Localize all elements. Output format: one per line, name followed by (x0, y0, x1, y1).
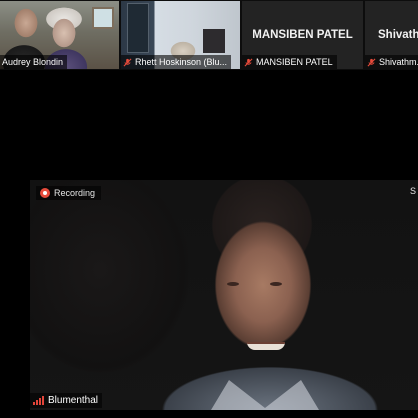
share-label-edge: S (410, 186, 417, 196)
participant-name-bar: Shivathm... (365, 55, 418, 69)
mic-muted-icon (244, 58, 253, 66)
speaker-eye (227, 282, 239, 286)
participant-name: Rhett Hoskinson (Blu... (135, 57, 228, 67)
audio-level-icon (33, 396, 44, 405)
participant-name-bar: Audrey Blondin (0, 55, 68, 69)
participant-display-name: Shivath (378, 29, 418, 41)
speaker-mouth (247, 342, 285, 350)
active-speaker-name-bar: Blumenthal (30, 393, 103, 408)
participant-name-bar: MANSIBEN PATEL (242, 55, 337, 69)
speaker-collar (205, 380, 325, 410)
participant-tile-audrey-blondin[interactable]: Audrey Blondin (0, 1, 119, 69)
mic-muted-icon (367, 58, 376, 66)
active-speaker-video[interactable] (30, 180, 418, 410)
mic-muted-icon (123, 58, 132, 66)
participant-strip: Audrey Blondin Rhett Hoskinson (Blu... M… (0, 0, 418, 70)
active-speaker-name: Blumenthal (48, 395, 99, 406)
recording-label: Recording (54, 188, 96, 198)
participant-tile-shivathm[interactable]: Shivath Shivathm... (365, 1, 418, 69)
participant-name: Audrey Blondin (2, 57, 64, 67)
participant-tile-mansiben-patel[interactable]: MANSIBEN PATEL MANSIBEN PATEL (242, 1, 363, 69)
participant-name: Shivathm... (379, 57, 418, 67)
participant-name-bar: Rhett Hoskinson (Blu... (121, 55, 232, 69)
participant-display-name: MANSIBEN PATEL (252, 29, 353, 41)
speaker-eye (270, 282, 282, 286)
participant-tile-rhett-hoskinson[interactable]: Rhett Hoskinson (Blu... (121, 1, 240, 69)
recording-icon (40, 188, 50, 198)
recording-indicator[interactable]: Recording (36, 186, 102, 200)
participant-name: MANSIBEN PATEL (256, 57, 333, 67)
